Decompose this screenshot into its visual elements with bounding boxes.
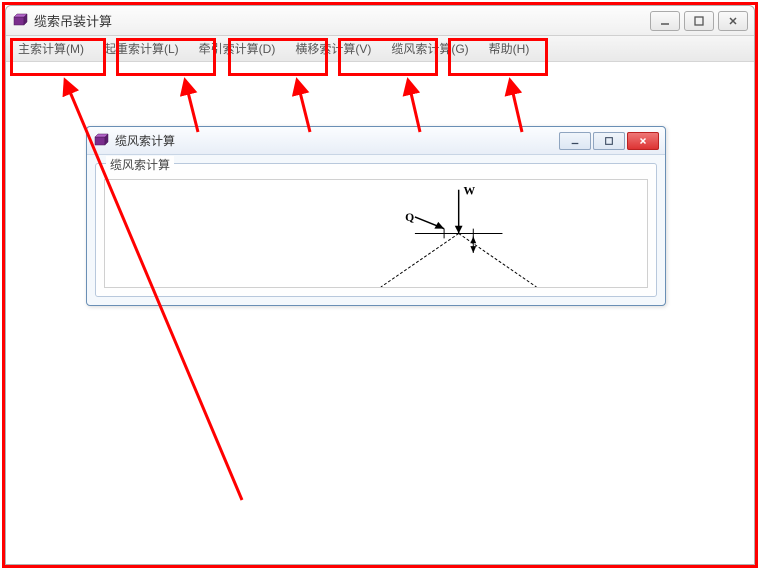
menu-lifting-cable[interactable]: 起重索计算(L) — [94, 36, 189, 61]
inner-body: 缆风索计算 W Q — [87, 155, 665, 305]
main-window-controls — [650, 11, 748, 31]
svg-text:Q: Q — [405, 211, 414, 224]
menu-wind-cable[interactable]: 缆风索计算(G) — [381, 36, 478, 61]
inner-app-icon — [93, 133, 109, 149]
cable-diagram-svg: W Q — [105, 180, 647, 287]
maximize-button[interactable] — [684, 11, 714, 31]
inner-titlebar: 缆风索计算 — [87, 127, 665, 155]
main-window-title: 缆索吊装计算 — [34, 11, 650, 30]
menu-main-cable[interactable]: 主索计算(M) — [8, 36, 94, 61]
menubar: 主索计算(M) 起重索计算(L) 牵引索计算(D) 横移索计算(V) 缆风索计算… — [6, 36, 754, 62]
main-titlebar: 缆索吊装计算 — [6, 6, 754, 36]
inner-window: 缆风索计算 缆风索计算 W — [86, 126, 666, 306]
inner-window-title: 缆风索计算 — [115, 132, 557, 149]
app-icon — [12, 13, 28, 29]
minimize-button[interactable] — [650, 11, 680, 31]
menu-traction-cable[interactable]: 牵引索计算(D) — [189, 36, 286, 61]
svg-text:W: W — [464, 185, 476, 198]
inner-maximize-button[interactable] — [593, 132, 625, 150]
group-label: 缆风索计算 — [106, 156, 174, 173]
inner-close-button[interactable] — [627, 132, 659, 150]
menu-help[interactable]: 帮助(H) — [479, 36, 540, 61]
inner-minimize-button[interactable] — [559, 132, 591, 150]
main-window: 缆索吊装计算 主索计算(M) 起重索计算(L) 牵引索计算(D) 横移索计算(V… — [5, 5, 755, 565]
menu-transverse-cable[interactable]: 横移索计算(V) — [285, 36, 381, 61]
group-box: 缆风索计算 W Q — [95, 163, 657, 297]
diagram-area: W Q — [104, 179, 648, 288]
close-button[interactable] — [718, 11, 748, 31]
